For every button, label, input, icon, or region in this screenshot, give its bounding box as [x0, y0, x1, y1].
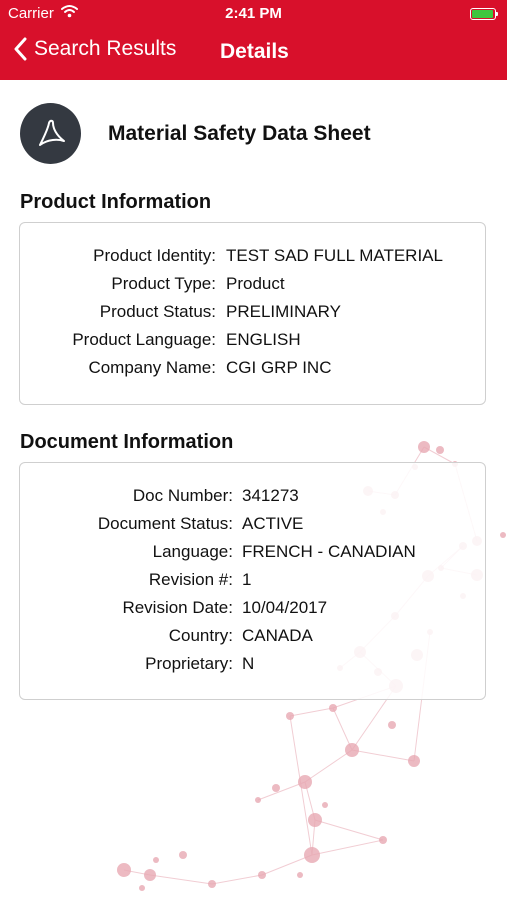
product-type-row: Product Type: Product — [20, 274, 485, 302]
product-language-row: Product Language: ENGLISH — [20, 330, 485, 358]
field-label: Product Identity: — [93, 246, 216, 265]
document-info-card: Doc Number: 341273 Document Status: ACTI… — [19, 462, 486, 700]
document-link[interactable]: Material Safety Data Sheet — [20, 103, 371, 164]
page-title: Details — [220, 40, 289, 63]
field-value: Product — [226, 274, 285, 293]
field-label: Company Name: — [88, 358, 216, 377]
status-time: 2:41 PM — [225, 5, 282, 22]
country-row: Country: CANADA — [20, 626, 485, 654]
field-value: FRENCH - CANADIAN — [242, 542, 416, 561]
field-label: Doc Number: — [132, 486, 233, 505]
document-status-row: Document Status: ACTIVE — [20, 514, 485, 542]
back-button[interactable]: Search Results — [13, 37, 176, 61]
navigation-bar: Search Results Details — [0, 28, 507, 80]
field-label: Revision Date: — [122, 598, 233, 617]
back-button-label: Search Results — [34, 37, 177, 60]
field-label: Product Status: — [99, 302, 216, 321]
field-label: Revision #: — [148, 570, 233, 589]
field-label: Product Type: — [111, 274, 216, 293]
field-label: Product Language: — [72, 330, 216, 349]
field-value: TEST SAD FULL MATERIAL — [226, 246, 443, 265]
product-status-row: Product Status: PRELIMINARY — [20, 302, 485, 330]
field-value: CANADA — [242, 626, 313, 645]
field-value: CGI GRP INC — [226, 358, 332, 377]
field-value: 10/04/2017 — [242, 598, 328, 617]
field-value: 341273 — [242, 486, 299, 505]
revision-number-row: Revision #: 1 — [20, 570, 485, 598]
pdf-icon — [20, 103, 81, 164]
revision-date-row: Revision Date: 10/04/2017 — [20, 598, 485, 626]
field-label: Document Status: — [97, 514, 233, 533]
field-value: ENGLISH — [226, 330, 301, 349]
back-chevron-icon — [14, 37, 27, 61]
document-section-title: Document Information — [20, 431, 234, 453]
product-info-card: Product Identity: TEST SAD FULL MATERIAL… — [19, 222, 486, 405]
product-section-title: Product Information — [20, 191, 212, 213]
field-value: ACTIVE — [242, 514, 304, 533]
field-label: Proprietary: — [145, 654, 233, 673]
document-title: Material Safety Data Sheet — [108, 121, 371, 145]
language-row: Language: FRENCH - CANADIAN — [20, 542, 485, 570]
field-label: Language: — [152, 542, 233, 561]
app-header: Carrier 2:41 PM Search Results Details — [0, 0, 507, 80]
status-bar: Carrier 2:41 PM — [0, 0, 507, 28]
field-value: 1 — [242, 570, 252, 589]
field-value: N — [242, 654, 255, 673]
proprietary-row: Proprietary: N — [20, 654, 485, 682]
product-identity-row: Product Identity: TEST SAD FULL MATERIAL — [20, 246, 485, 274]
field-value: PRELIMINARY — [226, 302, 341, 321]
battery-icon — [470, 8, 498, 20]
field-label: Country: — [168, 626, 233, 645]
doc-number-row: Doc Number: 341273 — [20, 486, 485, 514]
company-name-row: Company Name: CGI GRP INC — [20, 358, 485, 386]
